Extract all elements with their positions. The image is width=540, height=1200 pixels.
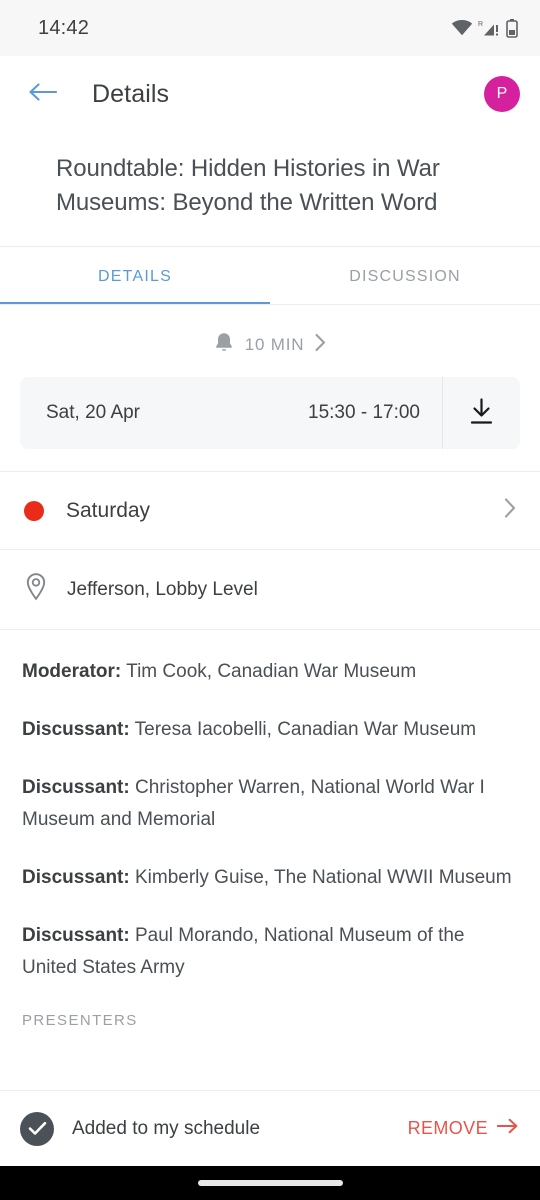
day-row[interactable]: Saturday bbox=[0, 471, 540, 549]
download-button[interactable] bbox=[442, 377, 520, 449]
person-entry: Discussant: Kimberly Guise, The National… bbox=[22, 862, 518, 894]
svg-text:R: R bbox=[478, 21, 483, 28]
schedule-status-bar: Added to my schedule REMOVE bbox=[0, 1090, 540, 1166]
tab-details[interactable]: DETAILS bbox=[0, 247, 270, 305]
remove-button[interactable]: REMOVE bbox=[408, 1118, 518, 1139]
app-bar: Details P bbox=[0, 56, 540, 132]
person-role: Discussant: bbox=[22, 777, 130, 798]
section-label-presenters: PRESENTERS bbox=[22, 1012, 138, 1029]
chevron-right-icon bbox=[314, 333, 327, 357]
day-color-dot bbox=[24, 500, 44, 521]
chevron-right-icon bbox=[503, 497, 518, 524]
location-row[interactable]: Jefferson, Lobby Level bbox=[0, 549, 540, 629]
person-entry: Discussant: Teresa Iacobelli, Canadian W… bbox=[22, 714, 518, 746]
wifi-icon bbox=[451, 20, 473, 36]
home-gesture-pill[interactable] bbox=[197, 1180, 343, 1186]
page-title: Details bbox=[92, 79, 170, 108]
status-bar-clock: 14:42 bbox=[38, 16, 90, 39]
battery-icon bbox=[506, 18, 518, 38]
date-card: Sat, 20 Apr 15:30 - 17:00 bbox=[20, 377, 520, 449]
person-role: Moderator: bbox=[22, 661, 122, 682]
check-circle-icon bbox=[20, 1111, 54, 1146]
presenters-description: Moderator: Tim Cook, Canadian War Museum… bbox=[0, 629, 540, 1053]
details-content: 10 MIN Sat, 20 Apr 15:30 - 17:00 Saturda… bbox=[0, 305, 540, 1090]
person-entry: Discussant: Christopher Warren, National… bbox=[22, 772, 518, 836]
person-role: Discussant: bbox=[22, 925, 130, 946]
reminder-button[interactable]: 10 MIN bbox=[0, 305, 540, 377]
session-title: Roundtable: Hidden Histories in War Muse… bbox=[56, 155, 440, 216]
back-button[interactable] bbox=[20, 72, 64, 116]
event-date: Sat, 20 Apr bbox=[46, 402, 141, 423]
person-name: Tim Cook, Canadian War Museum bbox=[126, 661, 417, 682]
arrow-right-icon bbox=[496, 1118, 518, 1139]
bell-icon bbox=[213, 331, 235, 359]
map-pin-icon bbox=[24, 572, 48, 607]
tab-bar: DETAILS DISCUSSION bbox=[0, 246, 540, 305]
remove-button-label: REMOVE bbox=[407, 1118, 488, 1138]
status-bar-icons: R bbox=[451, 18, 518, 38]
person-name: Teresa Iacobelli, Canadian War Museum bbox=[134, 719, 477, 740]
avatar[interactable]: P bbox=[484, 76, 520, 112]
person-entry: Discussant: Paul Morando, National Museu… bbox=[22, 920, 518, 984]
schedule-status-text: Added to my schedule bbox=[72, 1117, 261, 1139]
phone-screen: 14:42 R Details P Roundtable: Hidden His… bbox=[0, 0, 540, 1200]
person-entry: Moderator: Tim Cook, Canadian War Museum bbox=[22, 656, 518, 688]
location-label: Jefferson, Lobby Level bbox=[67, 578, 258, 600]
event-time: 15:30 - 17:00 bbox=[308, 402, 420, 423]
arrow-left-icon bbox=[27, 80, 58, 109]
reminder-label: 10 MIN bbox=[244, 335, 305, 354]
day-label: Saturday bbox=[66, 498, 151, 522]
date-card-main[interactable]: Sat, 20 Apr 15:30 - 17:00 bbox=[20, 377, 442, 449]
person-role: Discussant: bbox=[22, 719, 130, 740]
date-card-wrapper: Sat, 20 Apr 15:30 - 17:00 bbox=[0, 377, 540, 471]
tab-discussion[interactable]: DISCUSSION bbox=[270, 247, 540, 305]
system-navigation-bar bbox=[0, 1166, 540, 1200]
person-role: Discussant: bbox=[22, 867, 130, 888]
person-name: Kimberly Guise, The National WWII Museum bbox=[134, 867, 512, 888]
roaming-signal-icon: R bbox=[478, 19, 501, 37]
download-icon bbox=[468, 397, 495, 430]
status-bar: 14:42 R bbox=[0, 0, 540, 56]
